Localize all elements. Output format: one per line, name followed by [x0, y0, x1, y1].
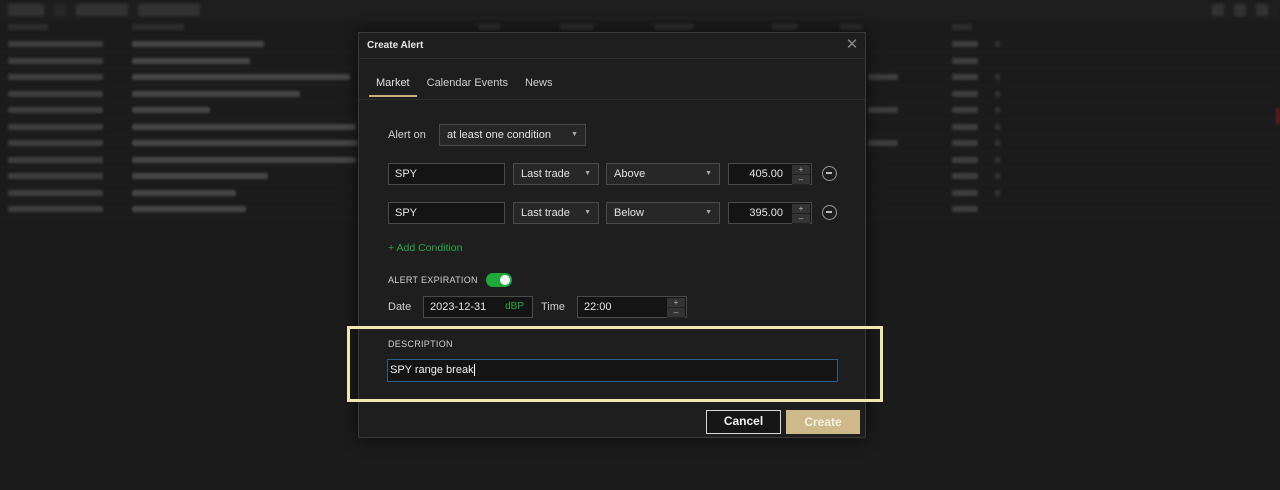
- background-scroll-marker: [1276, 108, 1280, 124]
- background-toolbar-button: [76, 4, 128, 16]
- condition-1-value: 405.00: [749, 168, 783, 180]
- remove-condition-1-icon[interactable]: [822, 166, 837, 181]
- condition-2-value: 395.00: [749, 207, 783, 219]
- condition-2-operator-value: Below: [614, 207, 644, 219]
- time-input[interactable]: 22:00 + –: [577, 296, 687, 318]
- background-toolbar-button: [8, 4, 44, 16]
- condition-1-stepper[interactable]: + –: [792, 165, 810, 185]
- background-icon: [1256, 4, 1268, 16]
- alert-on-value: at least one condition: [447, 129, 551, 141]
- plus-icon[interactable]: +: [667, 298, 685, 308]
- date-value: 2023-12-31: [430, 301, 487, 313]
- chevron-down-icon: ▼: [705, 170, 712, 177]
- alert-expiration-label: ALERT EXPIRATION: [388, 275, 478, 285]
- background-toolbar-button: [138, 4, 200, 16]
- condition-1-value-input[interactable]: 405.00 + –: [728, 163, 812, 185]
- add-condition-link[interactable]: + Add Condition: [388, 242, 462, 254]
- date-picker-icon[interactable]: dBP: [505, 297, 524, 317]
- dialog-tabs: Market Calendar Events News: [369, 75, 562, 99]
- background-toolbar-icons: [1212, 4, 1268, 16]
- tab-calendar-events[interactable]: Calendar Events: [420, 75, 515, 97]
- description-label: DESCRIPTION: [388, 339, 453, 349]
- date-label: Date: [388, 301, 412, 313]
- description-value: SPY range break: [390, 364, 474, 376]
- condition-2-value-input[interactable]: 395.00 + –: [728, 202, 812, 224]
- condition-2-symbol-input[interactable]: SPY: [388, 202, 505, 224]
- tab-market[interactable]: Market: [369, 75, 417, 97]
- time-stepper[interactable]: + –: [667, 298, 685, 318]
- minus-small-icon[interactable]: –: [792, 175, 810, 185]
- alert-expiration-toggle[interactable]: [486, 273, 512, 287]
- background-icon: [1212, 4, 1224, 16]
- date-input[interactable]: 2023-12-31 dBP: [423, 296, 533, 318]
- condition-1-symbol-input[interactable]: SPY: [388, 163, 505, 185]
- chevron-down-icon: ▼: [705, 209, 712, 216]
- chevron-down-icon: ▼: [571, 131, 578, 138]
- dialog-title: Create Alert: [367, 40, 424, 51]
- chevron-down-icon: ▼: [584, 170, 591, 177]
- create-alert-dialog: Create Alert ✕ Market Calendar Events Ne…: [347, 32, 883, 438]
- alert-on-select[interactable]: at least one condition ▼: [439, 124, 586, 146]
- condition-1-field-select[interactable]: Last trade ▼: [513, 163, 599, 185]
- time-label: Time: [541, 301, 566, 313]
- background-toolbar: [0, 0, 1280, 20]
- text-cursor: [473, 364, 475, 377]
- condition-2-field-select[interactable]: Last trade ▼: [513, 202, 599, 224]
- condition-1-field-value: Last trade: [521, 168, 570, 180]
- condition-2-field-value: Last trade: [521, 207, 570, 219]
- condition-2-stepper[interactable]: + –: [792, 204, 810, 224]
- chevron-down-icon: ▼: [584, 209, 591, 216]
- background-icon: [1234, 4, 1246, 16]
- cancel-button[interactable]: Cancel: [706, 410, 781, 434]
- plus-icon[interactable]: +: [792, 204, 810, 214]
- background-toolbar-button: [54, 4, 66, 16]
- dialog-header: Create Alert ✕: [359, 33, 865, 59]
- minus-small-icon[interactable]: –: [792, 214, 810, 224]
- tab-divider: [359, 99, 865, 100]
- description-input[interactable]: SPY range break: [387, 359, 838, 382]
- condition-1-operator-select[interactable]: Above ▼: [606, 163, 720, 185]
- plus-icon[interactable]: +: [792, 165, 810, 175]
- create-button[interactable]: Create: [786, 410, 860, 434]
- minus-small-icon[interactable]: –: [667, 308, 685, 318]
- tab-news[interactable]: News: [518, 75, 560, 97]
- condition-2-operator-select[interactable]: Below ▼: [606, 202, 720, 224]
- time-value: 22:00: [584, 301, 612, 313]
- condition-1-operator-value: Above: [614, 168, 646, 180]
- remove-condition-2-icon[interactable]: [822, 205, 837, 220]
- alert-on-label: Alert on: [388, 129, 426, 141]
- close-icon[interactable]: ✕: [845, 37, 859, 52]
